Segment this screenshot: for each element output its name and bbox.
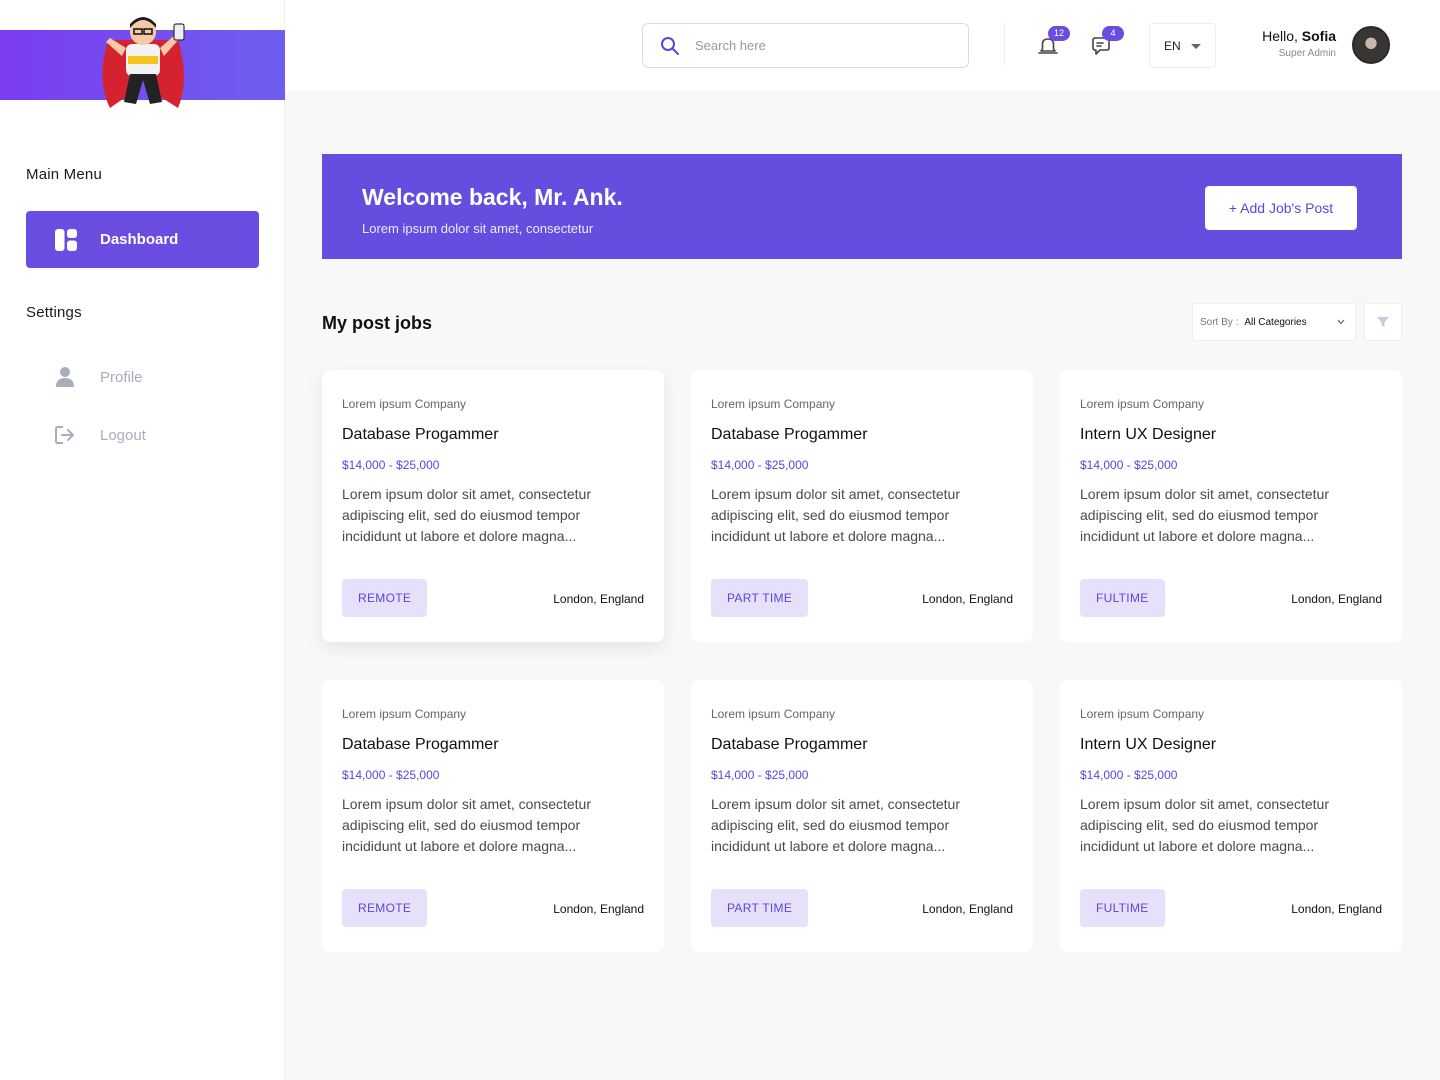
filter-icon [1377, 317, 1389, 327]
sort-label: Sort By : [1200, 316, 1239, 328]
job-card[interactable]: Lorem ipsum Company Database Progammer $… [691, 370, 1033, 642]
search-icon [661, 36, 679, 55]
sidebar-item-profile[interactable]: Profile [54, 366, 143, 388]
job-location: London, England [553, 592, 644, 606]
dashboard-icon [55, 228, 77, 251]
welcome-banner: Welcome back, Mr. Ank. Lorem ipsum dolor… [322, 154, 1402, 259]
job-company: Lorem ipsum Company [711, 397, 836, 411]
sort-value: All Categories [1244, 316, 1307, 328]
job-salary: $14,000 - $25,000 [342, 458, 440, 472]
sidebar-item-dashboard[interactable]: Dashboard [26, 211, 259, 268]
job-salary: $14,000 - $25,000 [1080, 458, 1178, 472]
search-input[interactable] [695, 38, 945, 53]
notifications-button[interactable]: 12 [1036, 26, 1070, 58]
job-company: Lorem ipsum Company [342, 707, 467, 721]
job-company: Lorem ipsum Company [1080, 707, 1205, 721]
job-description: Lorem ipsum dolor sit amet, consectetur … [1080, 486, 1329, 544]
search-box[interactable] [642, 23, 969, 68]
sidebar: Main Menu Dashboard Settings Profile Log… [0, 0, 285, 1080]
settings-heading: Settings [26, 304, 82, 321]
job-salary: $14,000 - $25,000 [711, 768, 809, 782]
greeting-line: Hello, Sofia [1225, 28, 1336, 44]
section-title: My post jobs [322, 313, 433, 333]
job-type-tag[interactable]: FULTIME [1080, 579, 1165, 617]
job-title: Database Progammer [342, 426, 499, 443]
job-description: Lorem ipsum dolor sit amet, consectetur … [1080, 796, 1329, 854]
chevron-down-icon [1337, 319, 1345, 325]
job-title: Database Progammer [711, 736, 868, 753]
job-title: Intern UX Designer [1080, 736, 1217, 753]
add-job-post-button[interactable]: + Add Job's Post [1205, 186, 1357, 230]
job-salary: $14,000 - $25,000 [342, 768, 440, 782]
sidebar-item-logout[interactable]: Logout [54, 424, 146, 446]
user-greeting: Hello, Sofia Super Admin [1225, 28, 1336, 59]
job-card[interactable]: Lorem ipsum Company Intern UX Designer $… [1060, 680, 1402, 952]
main-menu-heading: Main Menu [26, 166, 103, 183]
chevron-down-icon [1191, 44, 1201, 49]
job-type-tag[interactable]: REMOTE [342, 579, 428, 617]
job-title: Database Progammer [711, 426, 868, 443]
job-description: Lorem ipsum dolor sit amet, consectetur … [342, 796, 591, 854]
logout-icon [55, 426, 74, 444]
welcome-subtitle: Lorem ipsum dolor sit amet, consectetur [362, 221, 594, 236]
language-select[interactable]: EN [1149, 23, 1216, 68]
messages-badge: 4 [1102, 26, 1124, 41]
job-title: Intern UX Designer [1080, 426, 1217, 443]
user-role: Super Admin [1278, 48, 1336, 59]
job-company: Lorem ipsum Company [342, 397, 467, 411]
superhero-logo[interactable] [88, 10, 198, 120]
header-divider [1004, 22, 1005, 66]
job-location: London, England [1291, 592, 1382, 606]
user-icon [56, 367, 74, 387]
job-card[interactable]: Lorem ipsum Company Database Progammer $… [691, 680, 1033, 952]
job-location: London, England [553, 902, 644, 916]
job-card[interactable]: Lorem ipsum Company Intern UX Designer $… [1060, 370, 1402, 642]
top-header: 12 4 EN Hello, Sofia Super Admin [285, 0, 1440, 91]
job-type-tag[interactable]: PART TIME [711, 579, 809, 617]
job-company: Lorem ipsum Company [711, 707, 836, 721]
job-description: Lorem ipsum dolor sit amet, consectetur … [342, 486, 591, 544]
job-salary: $14,000 - $25,000 [1080, 768, 1178, 782]
job-card[interactable]: Lorem ipsum Company Database Progammer $… [322, 680, 664, 952]
greeting-prefix: Hello, [1262, 28, 1298, 44]
filter-button[interactable] [1364, 303, 1402, 341]
sidebar-item-label: Dashboard [100, 231, 179, 248]
job-type-tag[interactable]: PART TIME [711, 889, 809, 927]
language-label: EN [1164, 38, 1181, 53]
job-description: Lorem ipsum dolor sit amet, consectetur … [711, 486, 960, 544]
sort-select[interactable]: Sort By : All Categories [1192, 303, 1356, 341]
job-title: Database Progammer [342, 736, 499, 753]
job-description: Lorem ipsum dolor sit amet, consectetur … [711, 796, 960, 854]
job-location: London, England [922, 592, 1013, 606]
job-location: London, England [922, 902, 1013, 916]
job-salary: $14,000 - $25,000 [711, 458, 809, 472]
job-card[interactable]: Lorem ipsum Company Database Progammer $… [322, 370, 664, 642]
sidebar-item-label: Logout [100, 426, 146, 444]
messages-button[interactable]: 4 [1090, 26, 1124, 58]
user-name: Sofia [1301, 28, 1336, 44]
avatar[interactable] [1352, 26, 1390, 64]
job-location: London, England [1291, 902, 1382, 916]
job-type-tag[interactable]: FULTIME [1080, 889, 1165, 927]
job-type-tag[interactable]: REMOTE [342, 889, 428, 927]
job-company: Lorem ipsum Company [1080, 397, 1205, 411]
notifications-badge: 12 [1048, 26, 1070, 41]
sidebar-item-label: Profile [100, 368, 143, 386]
welcome-title: Welcome back, Mr. Ank. [362, 184, 623, 210]
